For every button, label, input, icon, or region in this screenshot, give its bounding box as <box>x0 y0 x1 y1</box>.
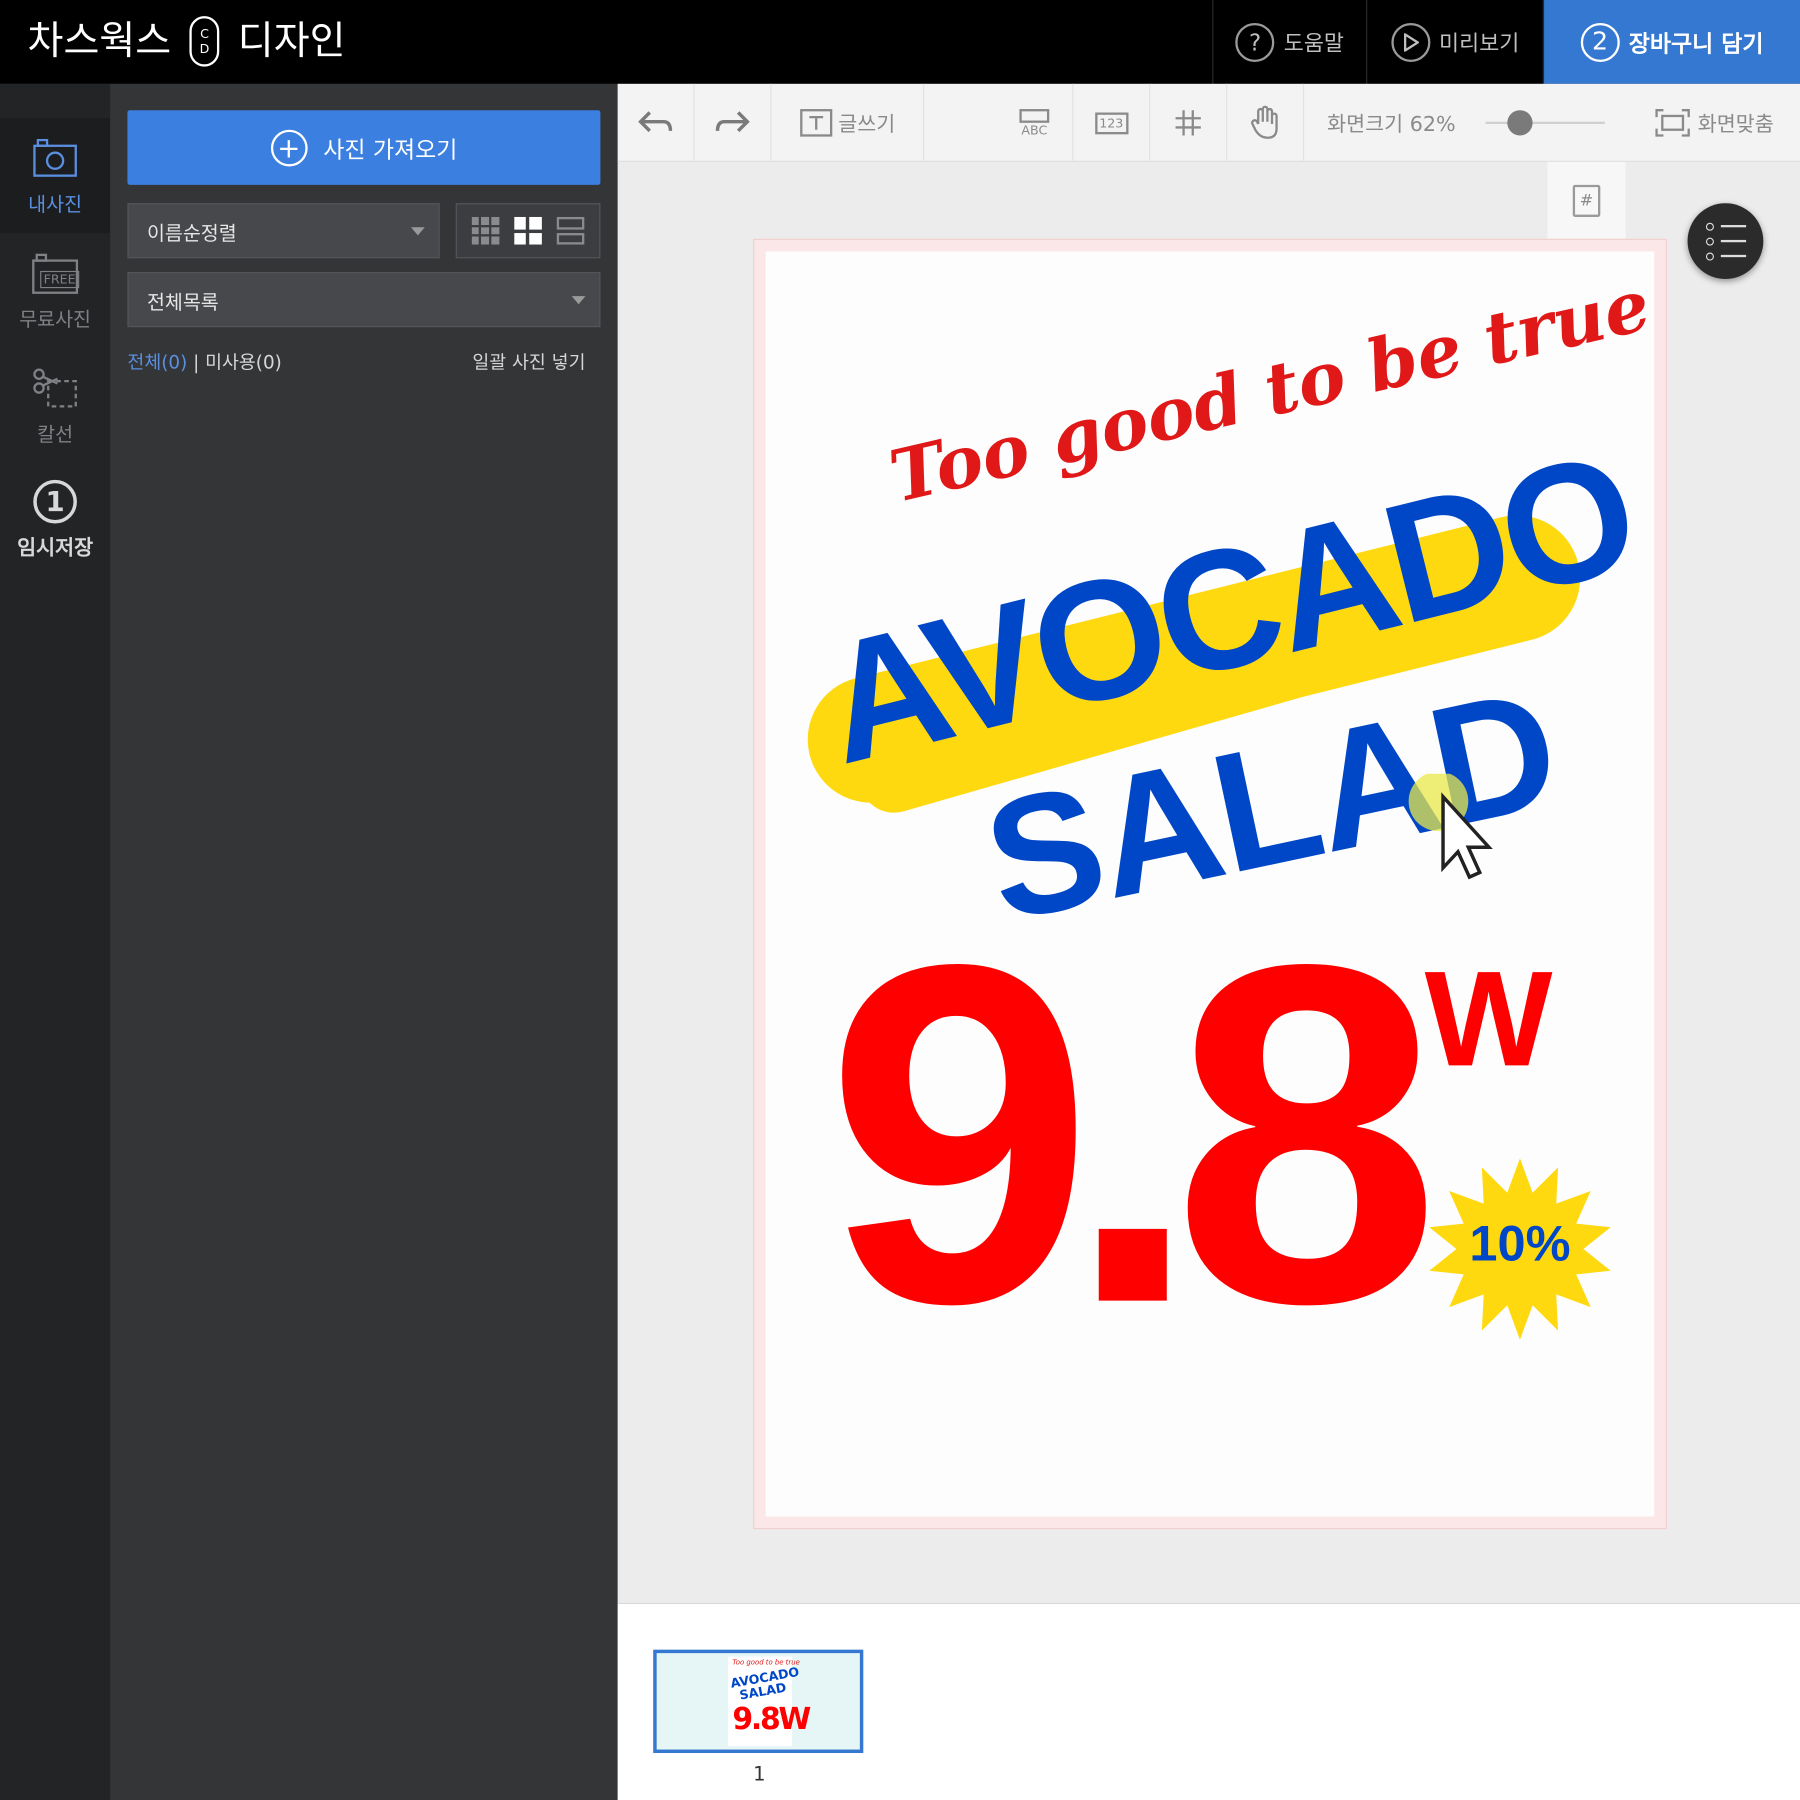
logo-text-left: 차스웍스 <box>27 18 172 65</box>
poster-currency[interactable]: W <box>1425 952 1553 1087</box>
undo-icon <box>638 111 673 133</box>
page-thumbnail-strip: Too good to be true AVOCADO SALAD 9.8W 1 <box>617 1603 1800 1800</box>
preview-label: 미리보기 <box>1439 30 1520 57</box>
poster-price[interactable]: 9.8 <box>825 894 1440 1376</box>
rail-label-cutline: 칼선 <box>37 423 74 446</box>
rail-label-free-photos: 무료사진 <box>19 308 92 332</box>
grid-button[interactable] <box>1150 84 1226 162</box>
folder-select-value: 전체목록 <box>146 291 219 314</box>
rail-item-my-photos[interactable]: 내사진 <box>0 118 111 234</box>
undo-button[interactable] <box>618 84 694 162</box>
scissors-icon <box>30 364 81 410</box>
rail-item-free-photos[interactable]: FREE 무료사진 <box>0 233 110 348</box>
list-icon <box>1705 222 1763 231</box>
sort-select-value: 이름순정렬 <box>146 222 237 246</box>
text-style-button[interactable]: ABC <box>996 84 1072 162</box>
page-thumbnail[interactable]: Too good to be true AVOCADO SALAD 9.8W <box>653 1649 864 1753</box>
step-one-number: 1 <box>33 479 77 524</box>
abc-icon: ABC <box>1019 108 1050 137</box>
filter-unused-link[interactable]: 미사용(0) <box>205 351 282 373</box>
numbering-button[interactable]: 123 <box>1073 84 1149 162</box>
preview-button[interactable]: 미리보기 <box>1366 0 1543 84</box>
help-button[interactable]: ? 도움말 <box>1212 0 1366 84</box>
page-number-button[interactable]: # <box>1547 161 1626 240</box>
poster-page[interactable]: Too good to be true AVOCADO SALAD 9.8 W … <box>765 251 1655 1517</box>
layers-button[interactable] <box>1687 203 1764 279</box>
hand-icon <box>1251 105 1278 139</box>
camera-icon <box>32 135 78 181</box>
free-photo-icon: FREE <box>29 250 82 296</box>
design-canvas[interactable]: # Too good to be true AVOCADO SALAD 9.8 … <box>617 161 1800 1604</box>
add-to-cart-button[interactable]: 2 장바구니 담기 <box>1542 0 1800 84</box>
list-view-icon[interactable] <box>557 216 585 245</box>
free-badge: FREE <box>40 270 80 288</box>
brand-logo[interactable]: 차스웍스 C D 디자인 <box>28 16 346 67</box>
redo-icon <box>715 111 750 133</box>
fit-screen-button[interactable]: 화면맞춤 <box>1639 84 1788 162</box>
large-grid-view-icon[interactable] <box>514 216 542 245</box>
mouse-cursor-icon <box>1408 773 1493 880</box>
zoom-slider[interactable] <box>1485 110 1605 136</box>
left-rail: 내사진 FREE 무료사진 칼선 1 임시저장 <box>0 83 111 1800</box>
chevron-down-icon <box>410 227 425 236</box>
sort-select[interactable]: 이름순정렬 <box>127 203 440 259</box>
bulk-insert-link[interactable]: 일괄 사진 넣기 <box>472 347 585 375</box>
hand-tool-button[interactable] <box>1227 84 1303 162</box>
redo-button[interactable] <box>695 84 771 162</box>
write-text-label: 글쓰기 <box>838 112 896 137</box>
chevron-down-icon <box>571 296 586 305</box>
text-box-icon <box>800 109 833 137</box>
logo-mark-bottom: D <box>199 41 210 57</box>
filter-separator: | <box>187 351 206 374</box>
logo-cd-icon: C D <box>189 16 220 67</box>
grid-icon <box>1175 110 1201 136</box>
write-text-button[interactable]: 글쓰기 <box>771 84 923 162</box>
help-icon: ? <box>1235 22 1275 62</box>
rail-label-my-photos: 내사진 <box>28 193 83 217</box>
thumb-price: 9.8W <box>732 1702 811 1737</box>
logo-mark-top: C <box>200 26 209 42</box>
import-photos-label: 사진 가져오기 <box>323 135 458 164</box>
step-two-icon: 2 <box>1580 22 1620 62</box>
step-one-icon: 1 <box>33 479 77 525</box>
import-photos-button[interactable]: + 사진 가져오기 <box>127 110 601 185</box>
help-label: 도움말 <box>1283 30 1344 57</box>
rail-item-cutline[interactable]: 칼선 <box>0 348 110 463</box>
photo-panel: + 사진 가져오기 이름순정렬 전체목록 전체(0) | 미사용(0) 일괄 사… <box>110 83 618 1800</box>
page-thumbnail-number: 1 <box>753 1763 766 1787</box>
fit-screen-icon <box>1655 109 1690 137</box>
logo-text-right: 디자인 <box>237 18 346 65</box>
page-bleed-area: Too good to be true AVOCADO SALAD 9.8 W … <box>753 238 1667 1530</box>
add-to-cart-label: 장바구니 담기 <box>1628 29 1764 58</box>
folder-select[interactable]: 전체목록 <box>127 272 601 328</box>
small-grid-view-icon[interactable] <box>471 216 499 245</box>
filter-all-link[interactable]: 전체(0) <box>127 351 187 373</box>
editor-toolbar: 글쓰기 ABC 123 화면크기 62% 화면맞춤 <box>617 83 1800 162</box>
plus-circle-icon: + <box>270 129 308 166</box>
zoom-label: 화면크기 62% <box>1327 112 1456 137</box>
rail-item-temp-save[interactable]: 1 임시저장 <box>0 463 110 578</box>
photo-filter: 전체(0) | 미사용(0) <box>127 347 281 375</box>
top-header: 차스웍스 C D 디자인 ? 도움말 미리보기 2 장바구니 담기 <box>0 0 1800 84</box>
numbering-icon: 123 <box>1094 111 1128 134</box>
discount-label: 10% <box>1469 1215 1571 1272</box>
page-thumbnail-preview: Too good to be true AVOCADO SALAD 9.8W <box>727 1656 811 1747</box>
view-toggle <box>455 203 601 259</box>
rail-label-temp-save: 임시저장 <box>17 536 94 561</box>
play-icon <box>1390 22 1430 62</box>
editor-app: 차스웍스 C D 디자인 ? 도움말 미리보기 2 장바구니 담기 내사진 FR… <box>0 0 1800 1800</box>
fit-screen-label: 화면맞춤 <box>1697 112 1774 137</box>
page-number-icon: # <box>1572 184 1601 217</box>
zoom-slider-handle[interactable] <box>1507 110 1533 136</box>
